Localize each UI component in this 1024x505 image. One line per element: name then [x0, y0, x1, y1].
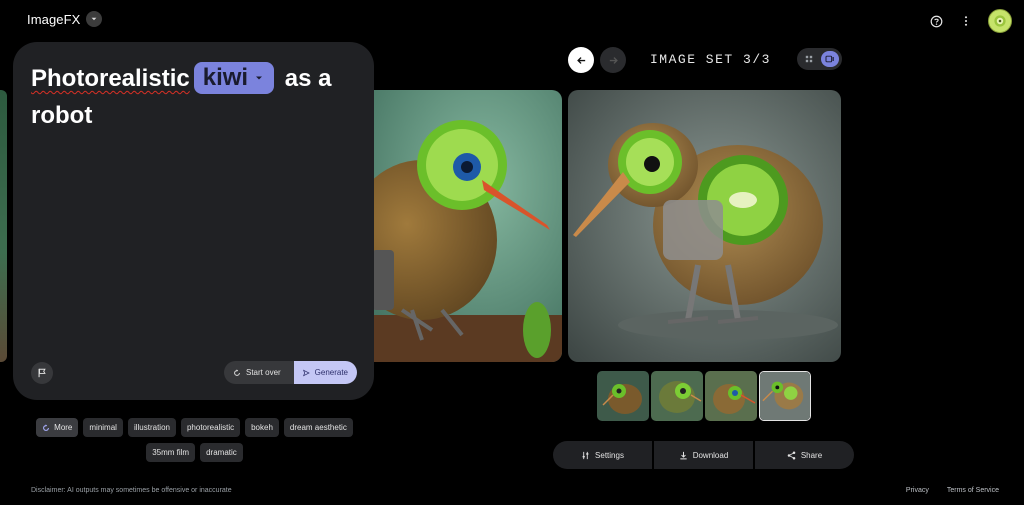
settings-label: Settings [595, 450, 624, 460]
chip-label: dream aesthetic [289, 423, 347, 432]
arrow-left-icon [576, 56, 585, 64]
chip-35mm-film[interactable]: 35mm film [146, 443, 196, 462]
thumbnail-3[interactable] [705, 371, 757, 421]
app-title: ImageFX [27, 11, 81, 27]
share-icon [787, 451, 796, 459]
image-set-label: IMAGE SET 3/3 [650, 52, 771, 67]
disclaimer-text: Disclaimer: AI outputs may sometimes be … [31, 487, 232, 494]
chip-label: More [54, 423, 73, 432]
prompt-actions: Start over Generate [224, 361, 357, 384]
chip-dramatic[interactable]: dramatic [200, 443, 243, 462]
chip-label: 35mm film [152, 448, 190, 457]
tune-icon [582, 451, 589, 459]
app-switcher-button[interactable] [86, 11, 103, 27]
chip-label: photorealistic [186, 423, 235, 432]
generate-label: Generate [314, 368, 348, 377]
header-actions [928, 9, 1012, 33]
chevron-down-icon [92, 17, 97, 21]
thumbnail-2[interactable] [651, 371, 703, 421]
next-set-button[interactable] [600, 47, 626, 73]
prompt-chip-kiwi[interactable]: kiwi [193, 61, 275, 94]
refresh-icon [43, 423, 50, 431]
grid-view-button[interactable] [800, 51, 818, 67]
previous-image-preview[interactable] [0, 90, 7, 362]
thumbnail-strip [597, 371, 811, 421]
avatar-icon [994, 15, 1006, 27]
prompt-text[interactable]: Photorealistic kiwi as a robot [31, 60, 361, 134]
help-button[interactable] [928, 13, 944, 29]
chip-photorealistic[interactable]: photorealistic [180, 418, 241, 437]
more-vert-icon [964, 16, 968, 26]
download-label: Download [692, 450, 729, 460]
chip-label: illustration [133, 423, 170, 432]
share-button[interactable]: Share [755, 441, 854, 469]
grid-icon [806, 55, 813, 63]
prompt-word: Photorealistic [31, 65, 190, 92]
chevron-down-icon [256, 76, 263, 80]
view-toggle [797, 48, 842, 70]
chip-minimal[interactable]: minimal [83, 418, 123, 437]
flag-icon [38, 368, 46, 378]
send-sparkle-icon [303, 369, 310, 376]
chip-label: dramatic [206, 448, 237, 457]
chip-label: minimal [89, 423, 117, 432]
prompt-card[interactable]: Photorealistic kiwi as a robot Start over… [13, 42, 374, 400]
thumbnail-1[interactable] [597, 371, 649, 421]
terms-link[interactable]: Terms of Service [947, 487, 999, 494]
start-over-button[interactable]: Start over [224, 361, 294, 384]
arrow-right-icon [609, 56, 618, 64]
chip-illustration[interactable]: illustration [127, 418, 176, 437]
help-circle-icon [930, 15, 942, 27]
thumbnail-4-selected[interactable] [759, 371, 811, 421]
chip-label: bokeh [251, 423, 273, 432]
report-button[interactable] [31, 362, 53, 384]
generated-image-selected[interactable] [568, 90, 841, 362]
refresh-icon [234, 368, 240, 376]
avatar[interactable] [988, 9, 1012, 33]
download-button[interactable]: Download [654, 441, 753, 469]
more-options-button[interactable] [958, 13, 974, 29]
app-brand: ImageFX [27, 11, 103, 27]
image-actions: Settings Download Share [553, 441, 854, 469]
generated-image-1[interactable] [362, 90, 562, 362]
start-over-label: Start over [246, 368, 281, 377]
previous-set-button[interactable] [568, 47, 594, 73]
settings-button[interactable]: Settings [553, 441, 652, 469]
prompt-chip-label: kiwi [202, 64, 249, 92]
generate-button[interactable]: Generate [294, 361, 357, 384]
download-icon [680, 451, 687, 459]
carousel-icon [825, 55, 834, 63]
share-label: Share [800, 450, 823, 460]
chip-more[interactable]: More [36, 418, 79, 437]
chip-dream-aesthetic[interactable]: dream aesthetic [283, 418, 353, 437]
footer-links: Privacy Terms of Service [906, 487, 999, 494]
carousel-view-button[interactable] [820, 51, 839, 67]
chip-bokeh[interactable]: bokeh [245, 418, 279, 437]
style-chips: More minimal illustration photorealistic… [29, 418, 360, 462]
privacy-link[interactable]: Privacy [906, 487, 929, 494]
